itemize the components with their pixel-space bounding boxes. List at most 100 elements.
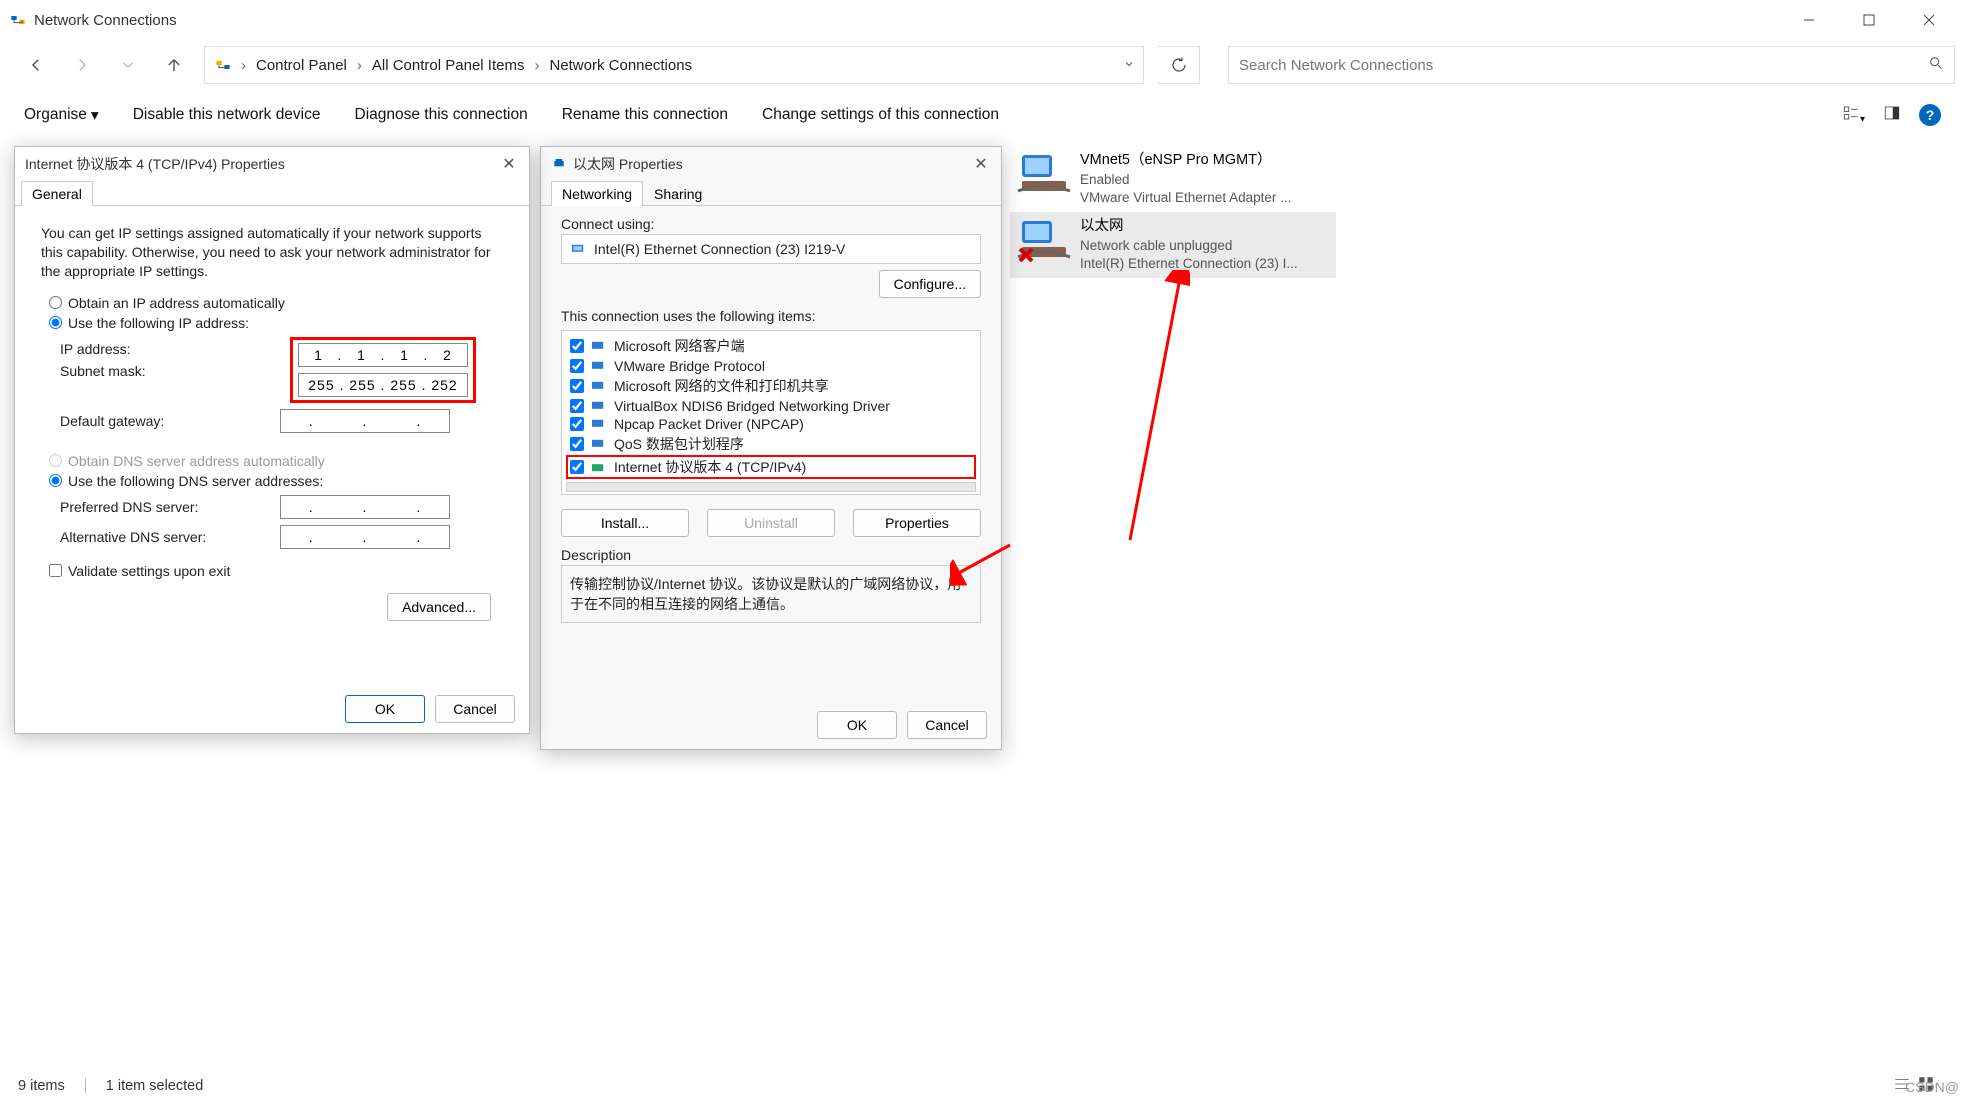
chevron-right-icon: ›: [237, 57, 250, 74]
recent-dropdown[interactable]: [112, 49, 144, 81]
radio-static-ip[interactable]: [49, 316, 62, 329]
preview-pane-button[interactable]: [1883, 104, 1901, 127]
subnet-mask-label: Subnet mask:: [60, 363, 280, 379]
radio-auto-dns: [49, 454, 62, 467]
connection-name: VMnet5（eNSP Pro MGMT）: [1080, 151, 1291, 171]
component-icon: [590, 339, 608, 353]
pref-dns-label: Preferred DNS server:: [60, 499, 280, 515]
install-button[interactable]: Install...: [561, 509, 689, 537]
close-icon[interactable]: ✕: [499, 154, 519, 174]
list-item[interactable]: Npcap Packet Driver (NPCAP): [566, 415, 976, 433]
radio-static-dns[interactable]: [49, 474, 62, 487]
forward-button[interactable]: [66, 49, 98, 81]
list-item-ipv4[interactable]: Internet 协议版本 4 (TCP/IPv4): [566, 455, 976, 479]
search-input[interactable]: Search Network Connections: [1228, 46, 1955, 84]
alt-dns-input[interactable]: [280, 525, 450, 549]
chevron-down-icon: ▾: [91, 106, 99, 125]
close-button[interactable]: [1899, 0, 1959, 40]
item-checkbox[interactable]: [570, 359, 584, 373]
ip-description: You can get IP settings assigned automat…: [41, 224, 503, 281]
adapter-name-box: Intel(R) Ethernet Connection (23) I219-V: [561, 234, 981, 264]
ethernet-properties-dialog: 以太网 Properties ✕ Networking Sharing Conn…: [540, 146, 1002, 750]
refresh-button[interactable]: [1158, 46, 1200, 84]
chevron-right-icon: ›: [530, 57, 543, 74]
ok-button[interactable]: OK: [817, 711, 897, 739]
adapter-icon: [1016, 151, 1072, 195]
cancel-button[interactable]: Cancel: [435, 695, 515, 723]
list-item[interactable]: VMware Bridge Protocol: [566, 357, 976, 375]
connection-status: Network cable unplugged: [1080, 237, 1298, 255]
crumb-network-connections[interactable]: Network Connections: [549, 57, 692, 74]
back-button[interactable]: [20, 49, 52, 81]
list-item[interactable]: VirtualBox NDIS6 Bridged Networking Driv…: [566, 397, 976, 415]
titlebar: Network Connections: [0, 0, 1965, 40]
network-icon: [215, 57, 231, 73]
items-list: Microsoft 网络客户端 VMware Bridge Protocol M…: [561, 330, 981, 495]
subnet-mask-input[interactable]: [298, 373, 468, 397]
tab-networking[interactable]: Networking: [551, 181, 643, 206]
rename-button[interactable]: Rename this connection: [562, 106, 728, 124]
help-button[interactable]: ?: [1919, 104, 1941, 126]
up-button[interactable]: [158, 49, 190, 81]
item-checkbox[interactable]: [570, 339, 584, 353]
connection-item[interactable]: 以太网 Network cable unplugged Intel(R) Eth…: [1010, 212, 1336, 278]
advanced-button[interactable]: Advanced...: [387, 593, 491, 621]
gateway-input[interactable]: [280, 409, 450, 433]
connect-using-label: Connect using:: [561, 216, 981, 232]
component-icon: [590, 417, 608, 431]
horizontal-scrollbar[interactable]: [566, 482, 976, 492]
dialog-title: Internet 协议版本 4 (TCP/IPv4) Properties: [25, 154, 285, 174]
ok-button[interactable]: OK: [345, 695, 425, 723]
disable-device-button[interactable]: Disable this network device: [133, 106, 321, 124]
component-icon: [590, 359, 608, 373]
annotation-arrow: [950, 270, 1190, 570]
minimize-button[interactable]: [1779, 0, 1839, 40]
adapter-icon: [1016, 217, 1072, 261]
crumb-all-items[interactable]: All Control Panel Items: [372, 57, 525, 74]
window-title: Network Connections: [34, 12, 177, 29]
item-checkbox[interactable]: [570, 379, 584, 393]
tab-general[interactable]: General: [21, 181, 93, 206]
diagnose-button[interactable]: Diagnose this connection: [355, 106, 528, 124]
change-settings-button[interactable]: Change settings of this connection: [762, 106, 999, 124]
search-placeholder: Search Network Connections: [1239, 57, 1433, 74]
connection-adapter: VMware Virtual Ethernet Adapter ...: [1080, 189, 1291, 207]
chevron-down-icon[interactable]: [1115, 57, 1143, 74]
dialog-title: 以太网 Properties: [573, 154, 683, 174]
maximize-button[interactable]: [1839, 0, 1899, 40]
list-item[interactable]: Microsoft 网络的文件和打印机共享: [566, 375, 976, 397]
connection-name: 以太网: [1080, 217, 1298, 237]
pref-dns-input[interactable]: [280, 495, 450, 519]
command-bar: Organise▾ Disable this network device Di…: [0, 90, 1965, 140]
view-options-button[interactable]: ▾: [1842, 104, 1865, 127]
list-item[interactable]: QoS 数据包计划程序: [566, 433, 976, 455]
uninstall-button[interactable]: Uninstall: [707, 509, 835, 537]
crumb-control-panel[interactable]: Control Panel: [256, 57, 347, 74]
nic-icon: [570, 242, 588, 256]
item-checkbox[interactable]: [570, 399, 584, 413]
gateway-label: Default gateway:: [60, 413, 280, 429]
item-checkbox[interactable]: [570, 417, 584, 431]
tab-sharing[interactable]: Sharing: [643, 181, 713, 206]
address-bar[interactable]: › Control Panel › All Control Panel Item…: [204, 46, 1144, 84]
connection-status: Enabled: [1080, 171, 1291, 189]
nav-bar: › Control Panel › All Control Panel Item…: [0, 40, 1965, 90]
connection-list: VMnet5（eNSP Pro MGMT） Enabled VMware Vir…: [1010, 146, 1336, 278]
status-selection-count: 1 item selected: [106, 1078, 204, 1094]
watermark: CSDN@: [1905, 1079, 1959, 1095]
ip-address-input[interactable]: [298, 343, 468, 367]
organise-menu[interactable]: Organise▾: [24, 106, 99, 125]
ethernet-icon: [551, 155, 567, 174]
status-item-count: 9 items: [18, 1078, 65, 1094]
connection-item[interactable]: VMnet5（eNSP Pro MGMT） Enabled VMware Vir…: [1010, 146, 1336, 212]
item-checkbox[interactable]: [570, 437, 584, 451]
item-checkbox[interactable]: [570, 460, 584, 474]
radio-auto-ip[interactable]: [49, 296, 62, 309]
alt-dns-label: Alternative DNS server:: [60, 529, 280, 545]
validate-checkbox[interactable]: [49, 564, 62, 577]
list-item[interactable]: Microsoft 网络客户端: [566, 335, 976, 357]
component-icon: [590, 399, 608, 413]
items-label: This connection uses the following items…: [561, 308, 981, 324]
cancel-button[interactable]: Cancel: [907, 711, 987, 739]
close-icon[interactable]: ✕: [971, 154, 991, 174]
